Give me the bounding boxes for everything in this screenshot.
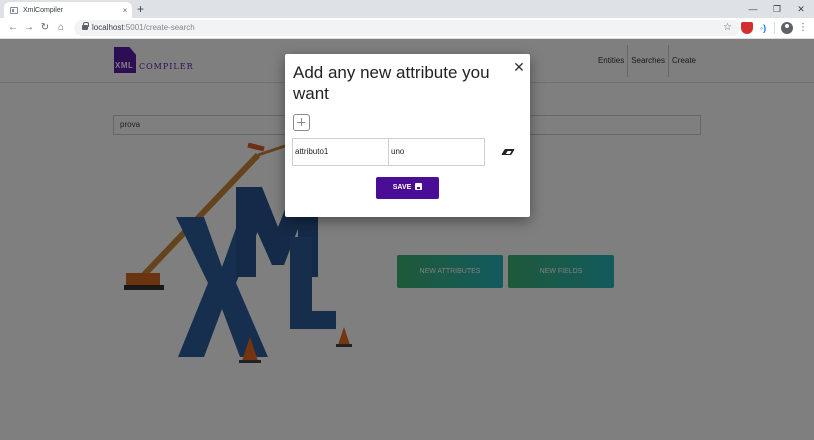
home-icon[interactable]: ⌂ <box>54 21 68 35</box>
favicon-icon <box>10 6 18 14</box>
add-attribute-icon[interactable] <box>293 114 310 131</box>
save-label: SAVE <box>392 184 412 191</box>
account-icon[interactable] <box>781 22 793 34</box>
minimize-button[interactable]: — <box>741 0 765 18</box>
tab-close-icon[interactable]: × <box>118 6 132 15</box>
add-attribute-modal: Add any new attribute you want ✕ attribu… <box>285 54 530 217</box>
floppy-disk-icon <box>415 183 423 190</box>
forward-arrow-icon[interactable]: → <box>22 21 36 35</box>
address-bar[interactable]: localhost:5001/create-search ☆ <box>74 20 740 36</box>
browser-toolbar: ← → ↻ ⌂ localhost:5001/create-search ☆ ◦… <box>0 18 814 39</box>
close-icon[interactable]: ✕ <box>512 60 526 74</box>
window-close-button[interactable]: ✕ <box>789 0 813 18</box>
browser-menu-icon[interactable]: ⋮ <box>797 22 809 34</box>
restore-button[interactable]: ❐ <box>765 0 789 18</box>
url-text: localhost:5001/create-search <box>92 23 195 32</box>
toolbar-divider <box>774 22 775 34</box>
attribute-row: attributo1 uno <box>292 138 486 166</box>
back-arrow-icon[interactable]: ← <box>6 21 20 35</box>
reload-icon[interactable]: ↻ <box>38 21 52 35</box>
browser-tab[interactable]: XmlCompiler × <box>4 2 132 18</box>
lock-icon <box>82 22 89 30</box>
shield-extension-icon[interactable] <box>741 22 753 34</box>
attribute-name-input[interactable]: attributo1 <box>292 138 389 166</box>
attribute-value-input[interactable]: uno <box>388 138 485 166</box>
new-tab-button[interactable]: + <box>137 2 144 16</box>
save-button[interactable]: SAVE <box>376 177 439 199</box>
bookmark-star-icon[interactable]: ☆ <box>723 20 732 36</box>
browser-tabstrip: XmlCompiler × + — ❐ ✕ <box>0 0 814 18</box>
modal-title: Add any new attribute you want <box>293 63 490 103</box>
eraser-icon[interactable] <box>501 149 515 155</box>
wave-extension-icon[interactable]: ◦) <box>757 22 769 34</box>
tab-title: XmlCompiler <box>23 6 64 14</box>
